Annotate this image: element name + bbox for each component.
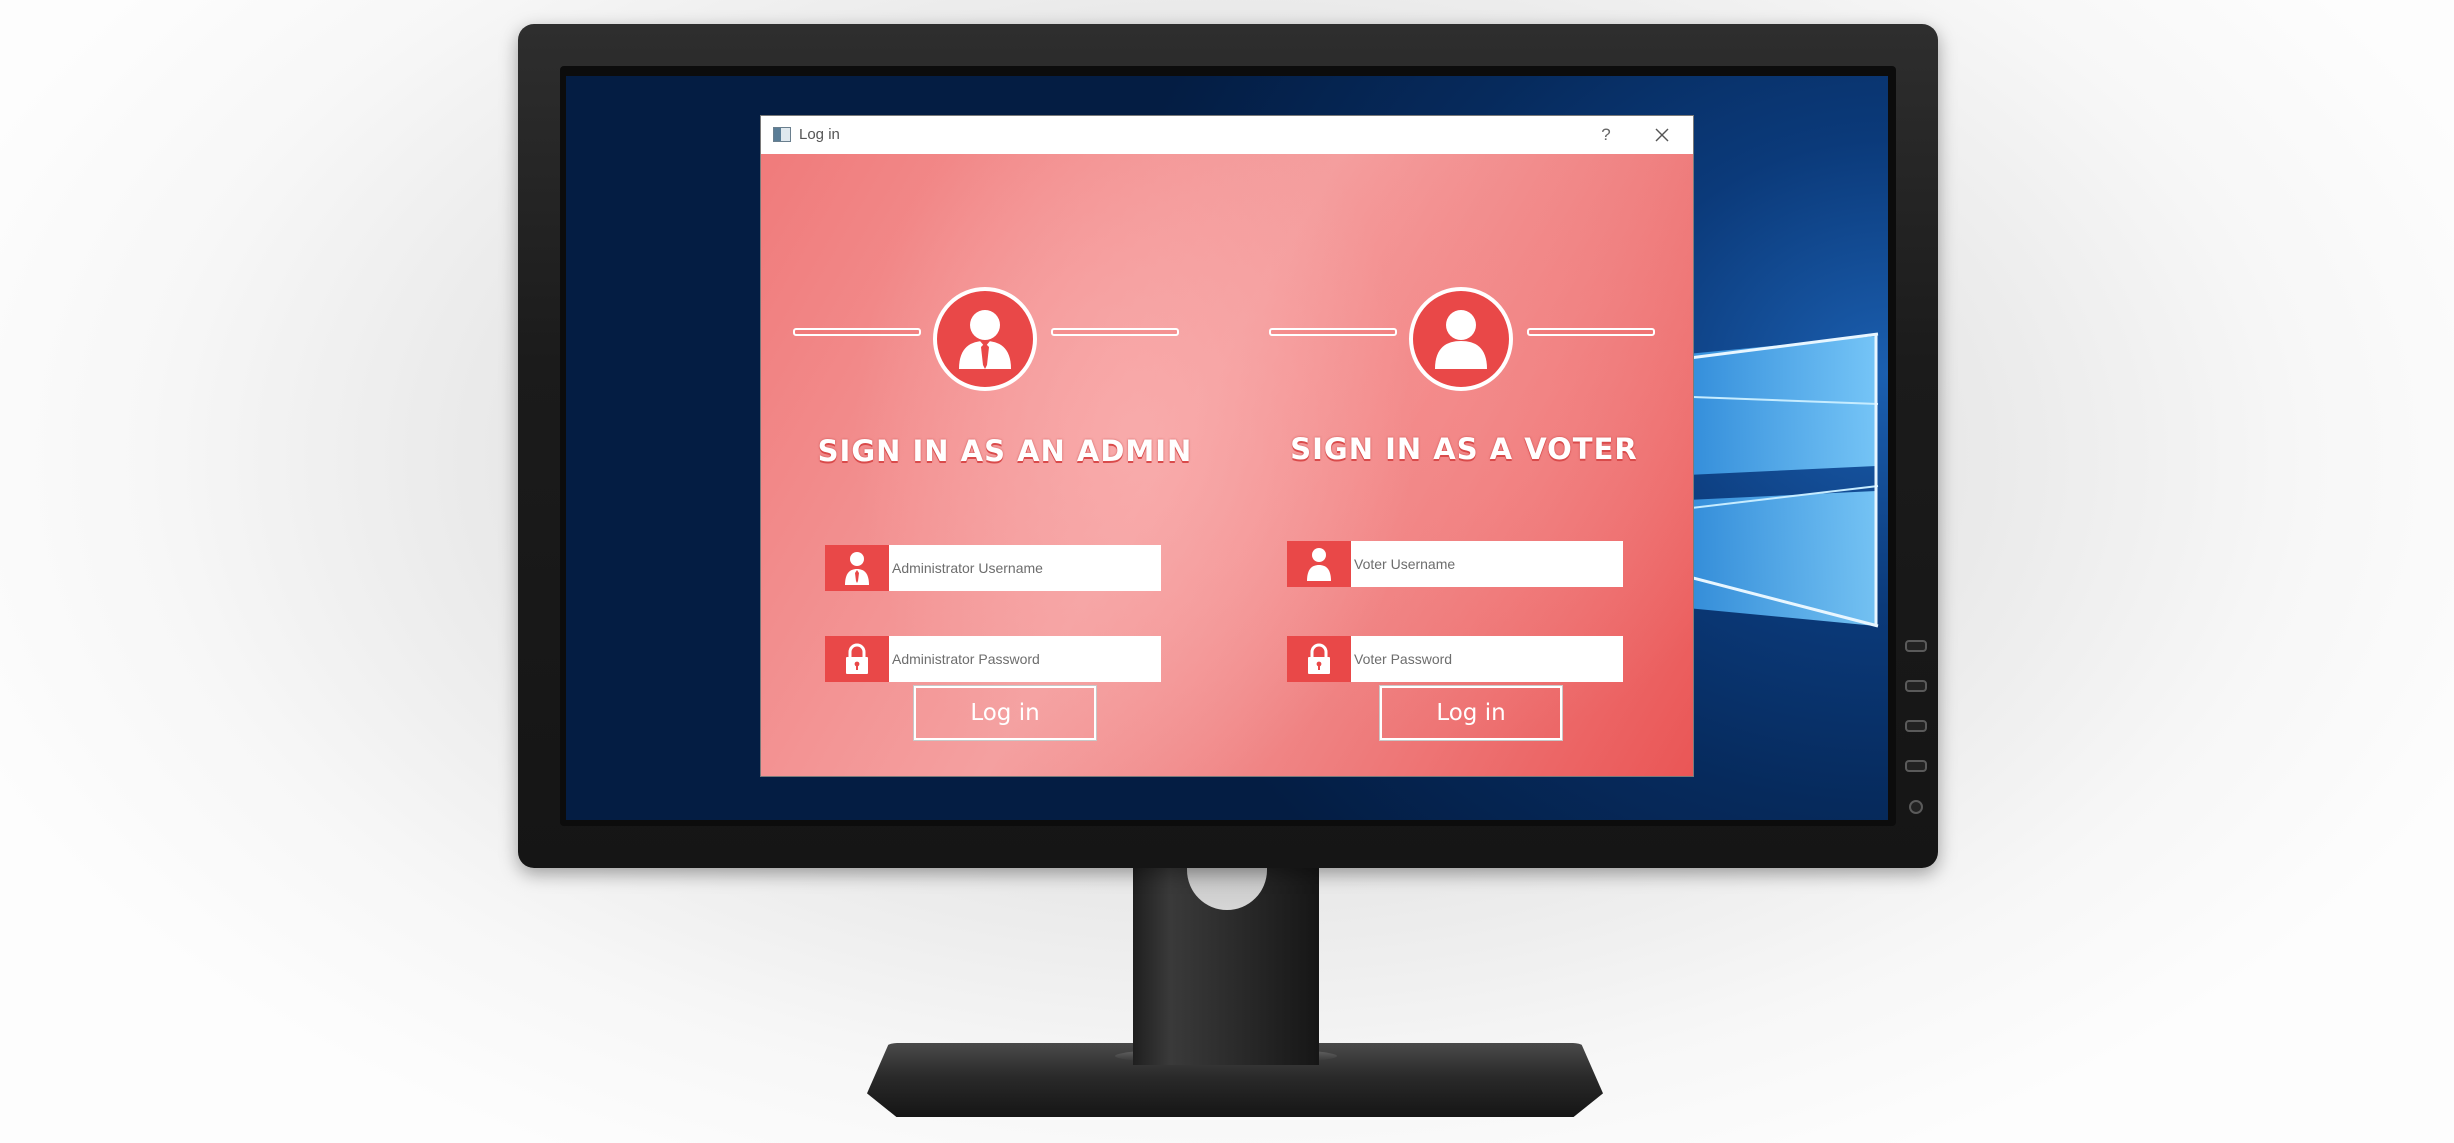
window-title: Log in xyxy=(799,126,840,143)
voter-username-field xyxy=(1287,541,1623,587)
divider-line xyxy=(793,328,921,336)
voter-password-icon-box xyxy=(1287,636,1351,682)
admin-user-icon xyxy=(959,310,1011,369)
voter-password-input[interactable] xyxy=(1351,636,1623,682)
divider-line xyxy=(1527,328,1655,336)
close-icon[interactable] xyxy=(1647,122,1677,148)
admin-user-icon xyxy=(845,552,869,585)
admin-avatar xyxy=(933,287,1037,391)
admin-username-input[interactable] xyxy=(889,545,1161,591)
voter-user-icon xyxy=(1307,548,1331,581)
monitor-button xyxy=(1905,640,1927,652)
admin-password-field xyxy=(825,636,1161,682)
voter-panel: SIGN IN AS A VOTER Voter Username Log in xyxy=(1227,154,1693,776)
lock-icon xyxy=(1308,643,1330,674)
admin-password-input[interactable] xyxy=(889,636,1161,682)
power-button xyxy=(1909,800,1923,814)
admin-username-icon-box xyxy=(825,545,889,591)
voter-username-icon-box xyxy=(1287,541,1351,587)
voter-avatar xyxy=(1409,287,1513,391)
monitor-buttons xyxy=(1905,640,1927,820)
help-button[interactable]: ? xyxy=(1591,122,1621,148)
voter-user-icon xyxy=(1435,310,1487,369)
title-bar[interactable]: Log in ? xyxy=(761,116,1693,154)
admin-heading: SIGN IN AS AN ADMIN xyxy=(817,434,1193,468)
divider-line xyxy=(1051,328,1179,336)
admin-password-icon-box xyxy=(825,636,889,682)
admin-panel: SIGN IN AS AN ADMIN Administrator Userna… xyxy=(761,154,1227,776)
monitor-button xyxy=(1905,720,1927,732)
login-content: SIGN IN AS AN ADMIN Administrator Userna… xyxy=(761,154,1693,776)
admin-login-button[interactable]: Log in xyxy=(913,685,1097,741)
divider-line xyxy=(1269,328,1397,336)
voter-login-button[interactable]: Log in xyxy=(1379,685,1563,741)
admin-username-field xyxy=(825,545,1161,591)
voter-username-input[interactable] xyxy=(1351,541,1623,587)
lock-icon xyxy=(846,643,868,674)
voter-heading: SIGN IN AS A VOTER xyxy=(1290,432,1638,466)
app-window-icon xyxy=(773,127,791,142)
voter-password-field xyxy=(1287,636,1623,682)
windows-logo-icon xyxy=(1666,332,1879,628)
login-dialog: Log in ? SIGN IN AS AN ADMIN Administrat… xyxy=(761,116,1693,776)
monitor-button xyxy=(1905,680,1927,692)
monitor-button xyxy=(1905,760,1927,772)
